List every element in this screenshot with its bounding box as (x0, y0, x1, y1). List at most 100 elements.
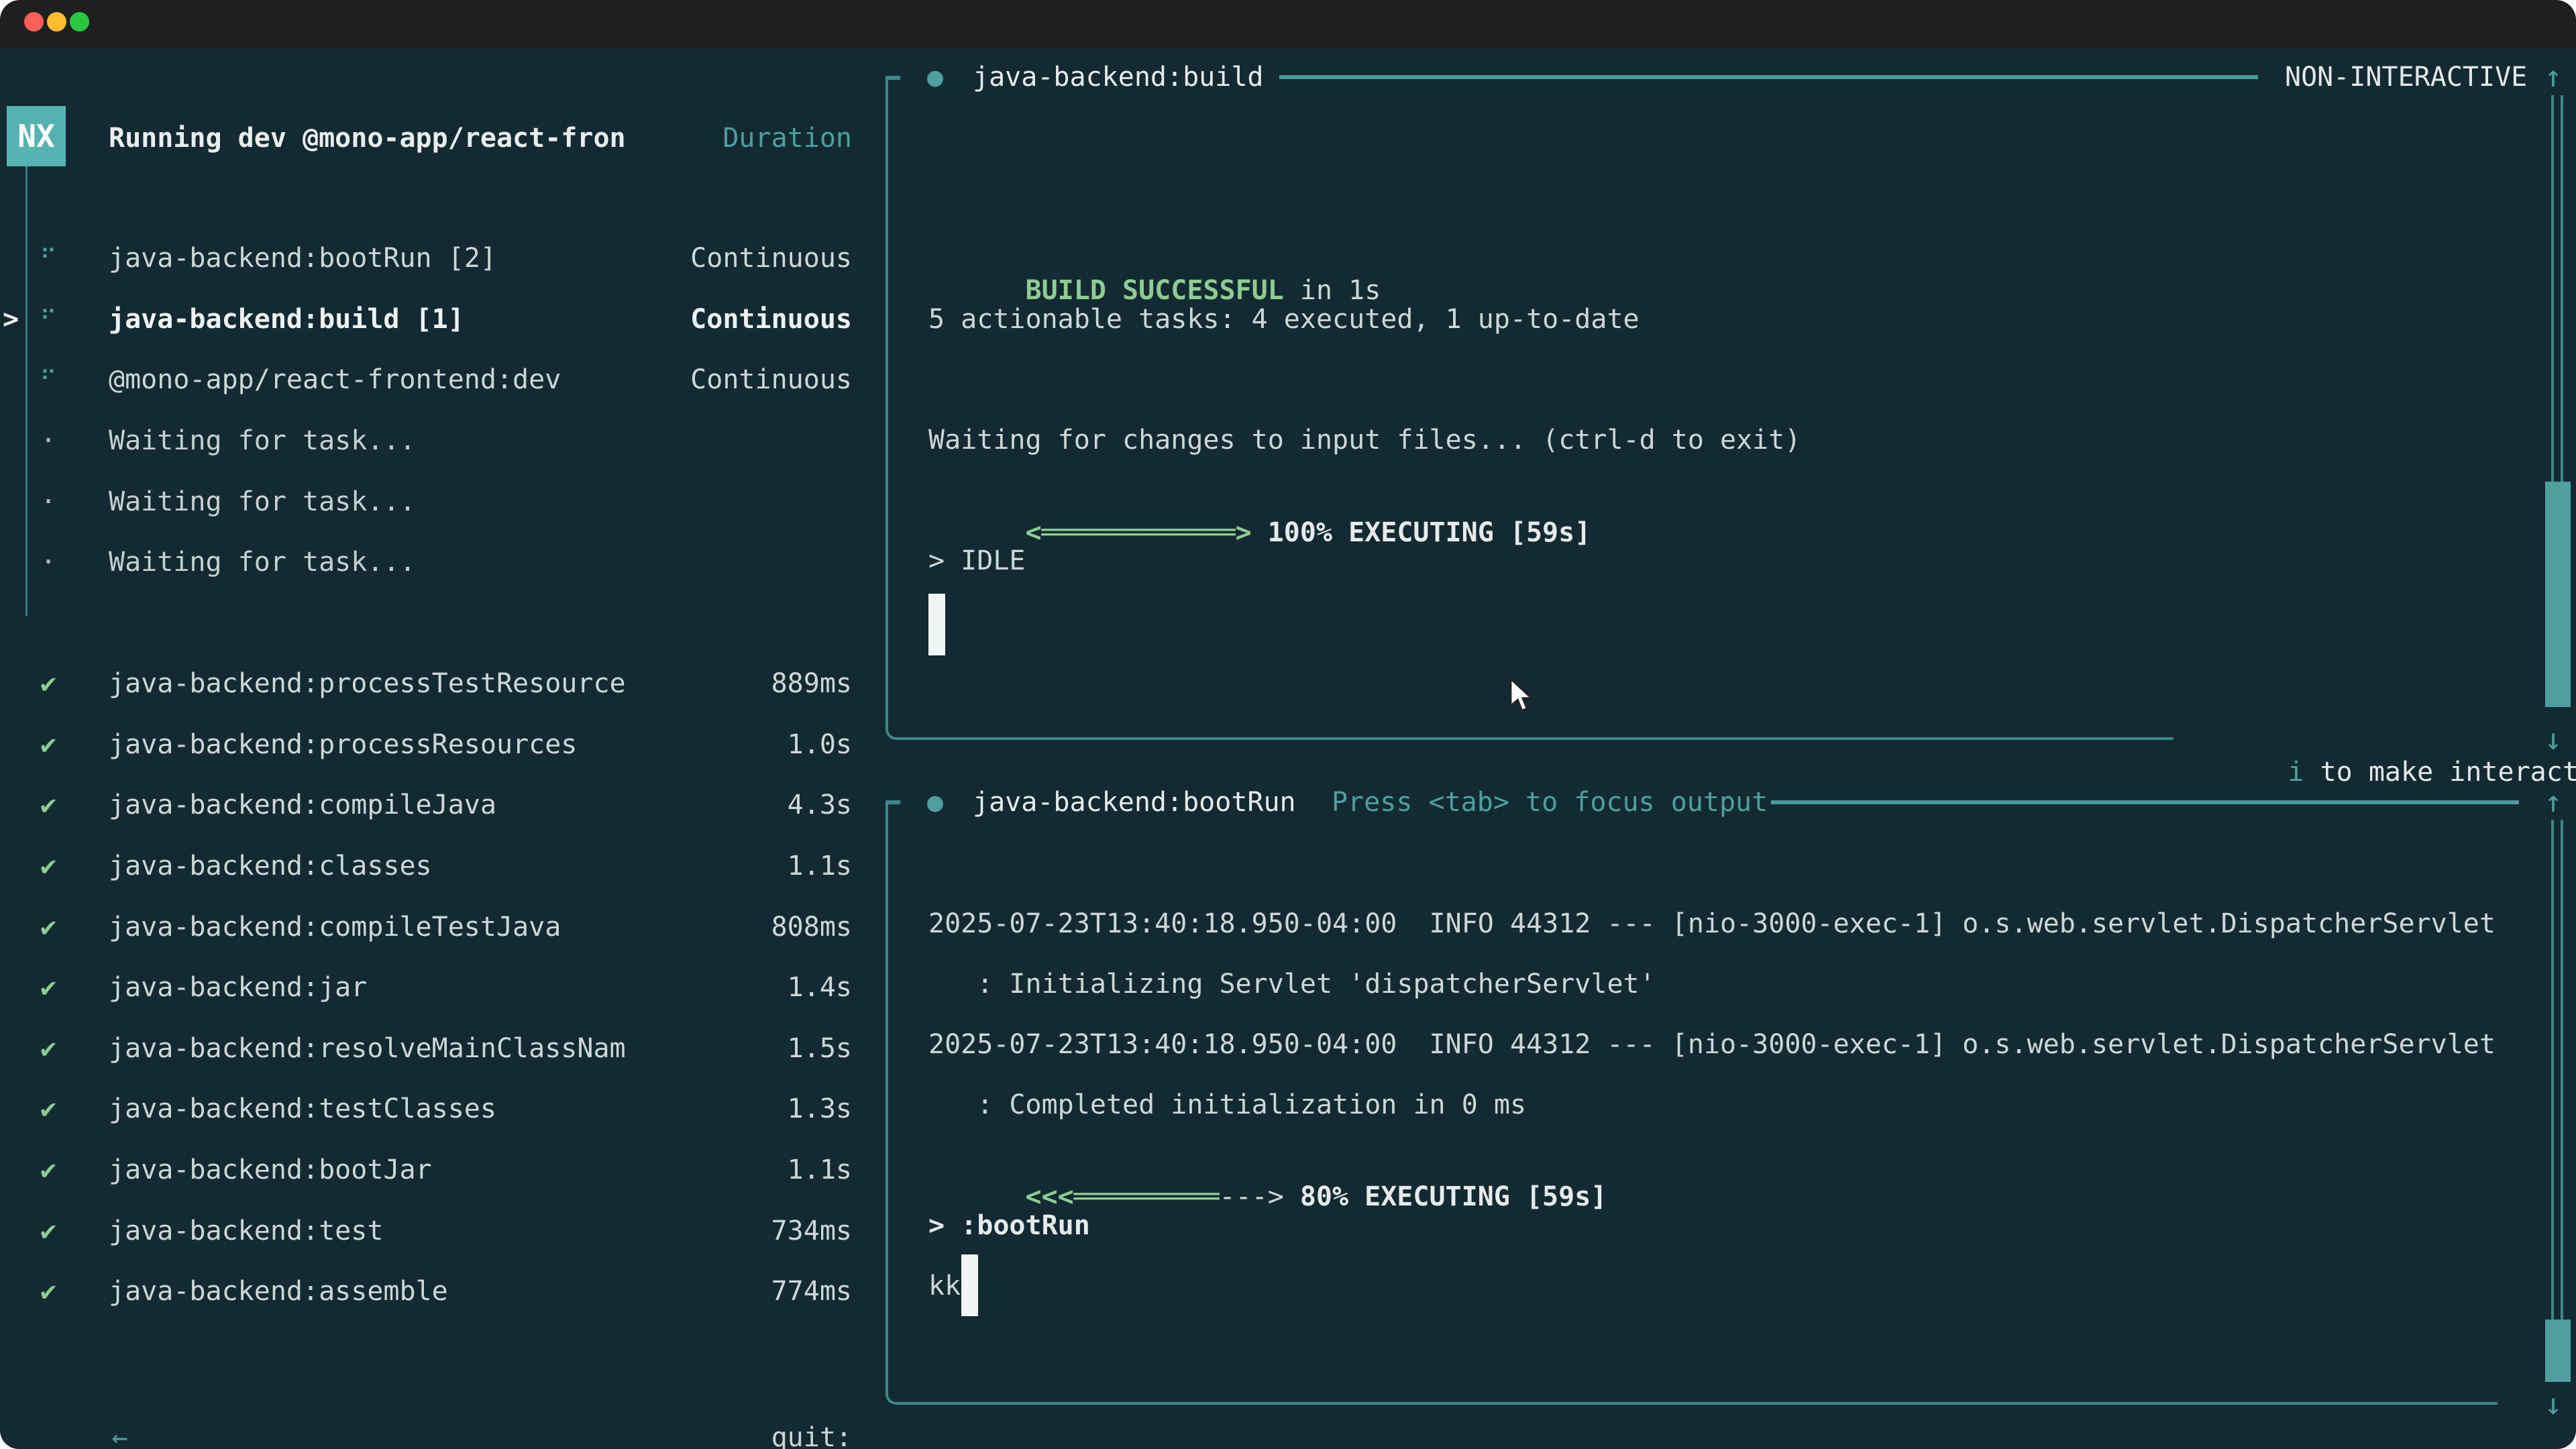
task-duration: 1.3s (788, 1093, 852, 1125)
task-status-icon: ⠋ (31, 242, 66, 274)
task-name: java-backend:bootJar (109, 1154, 432, 1186)
task-row[interactable]: ⠋ java-backend:bootRun [2] Continuous (0, 228, 872, 289)
gradle-progress-line: <════════════>100% EXECUTING [59s] (928, 484, 1591, 581)
noninteractive-badge: NON-INTERACTIVE (2285, 61, 2527, 93)
scroll-up-icon[interactable]: ↑ (2533, 786, 2573, 818)
quit-label: quit: (771, 1422, 852, 1449)
task-row[interactable]: ✔ java-backend:jar 1.4s (0, 957, 872, 1018)
duration-column-header: Duration (0, 122, 852, 154)
task-status-icon: ✔ (31, 789, 66, 821)
task-row[interactable]: ✔ java-backend:compileJava 4.3s (0, 775, 872, 836)
selected-row-arrow-icon: > (3, 303, 25, 335)
task-name: Waiting for task... (109, 425, 416, 457)
waiting-line: Waiting for changes to input files... (c… (928, 424, 1801, 456)
idle-line: > IDLE (928, 545, 1026, 577)
task-name: java-backend:classes (109, 850, 432, 882)
pane-bullet-icon: ● (927, 786, 943, 818)
tasks-summary-line: 5 actionable tasks: 4 executed, 1 up-to-… (928, 303, 1640, 335)
task-row[interactable]: ✔ java-backend:test 734ms (0, 1200, 872, 1261)
task-row[interactable]: · Waiting for task... (0, 411, 872, 472)
task-name: java-backend:jar (109, 971, 367, 1004)
task-name: Waiting for task... (109, 546, 416, 578)
maximize-button[interactable] (70, 12, 89, 32)
task-status-icon: ✔ (31, 1215, 66, 1247)
pane-border-stub (885, 76, 900, 80)
task-name: java-backend:resolveMainClassNam (109, 1032, 626, 1065)
prompt-line: > :bootRun (928, 1210, 1090, 1242)
task-duration: 734ms (771, 1215, 852, 1247)
task-status-icon: ✔ (31, 911, 66, 943)
task-duration: 1.0s (788, 729, 852, 761)
pane-bullet-icon: ● (927, 61, 943, 93)
terminal-cursor (928, 594, 945, 655)
task-status-icon: ⠋ (31, 364, 66, 396)
completed-task-list: ✔ java-backend:processTestResource 889ms… (0, 653, 872, 1322)
progress-bar-done: <<<═════════ (1026, 1181, 1220, 1212)
build-output-pane[interactable] (885, 77, 2174, 740)
task-status-icon: ✔ (31, 1032, 66, 1065)
task-row[interactable]: ✔ java-backend:processResources 1.0s (0, 714, 872, 775)
scroll-down-icon[interactable]: ↓ (2533, 1389, 2573, 1421)
task-duration: 889ms (771, 667, 852, 700)
task-row[interactable]: · Waiting for task... (0, 471, 872, 532)
task-status-icon: ✔ (31, 850, 66, 882)
terminal-window: NX Running dev @mono-app/react-fron Dura… (0, 0, 2576, 1449)
typed-input[interactable]: kk (928, 1270, 961, 1302)
pane-border-stub (885, 800, 900, 804)
bottom-scrollbar-thumb[interactable] (2545, 1320, 2571, 1382)
interactive-hint-text: to make interactive (2320, 757, 2576, 788)
task-duration: Continuous (690, 303, 852, 335)
task-duration: 808ms (771, 911, 852, 943)
task-row[interactable]: ⠋ @mono-app/react-frontend:dev Continuou… (0, 350, 872, 411)
close-button[interactable] (24, 12, 44, 32)
task-name: java-backend:compileTestJava (109, 911, 561, 943)
task-status-icon: ✔ (31, 1154, 66, 1186)
top-pane-header-rule (1279, 75, 2258, 79)
task-name: java-backend:bootRun [2] (109, 242, 496, 274)
task-row[interactable]: ✔ java-backend:compileTestJava 808ms (0, 896, 872, 957)
task-duration: 1.4s (788, 971, 852, 1004)
task-duration: 1.1s (788, 850, 852, 882)
bottom-pane-header-rule (1771, 800, 2519, 804)
build-time-text: in 1s (1284, 275, 1381, 306)
mouse-pointer-icon (1509, 678, 1538, 722)
task-row[interactable]: · Waiting for task... (0, 532, 872, 593)
terminal-cursor (961, 1254, 978, 1316)
task-status-icon: ✔ (31, 667, 66, 700)
task-row[interactable]: ✔ java-backend:testClasses 1.3s (0, 1079, 872, 1140)
top-scrollbar-track[interactable] (2551, 95, 2563, 482)
task-name: java-backend:processTestResource (109, 667, 626, 700)
build-successful-text: BUILD SUCCESSFUL (1026, 275, 1284, 306)
log-line: : Completed initialization in 0 ms (928, 1089, 1526, 1121)
task-duration: 4.3s (788, 789, 852, 821)
scroll-down-icon[interactable]: ↓ (2533, 724, 2573, 756)
progress-bar-rest: ---> (1219, 1181, 1283, 1212)
scroll-up-icon[interactable]: ↑ (2533, 61, 2573, 93)
task-name: @mono-app/react-frontend:dev (109, 364, 561, 396)
task-status-icon: ✔ (31, 1275, 66, 1307)
task-name: java-backend:build [1] (109, 303, 464, 335)
task-row[interactable]: ✔ java-backend:classes 1.1s (0, 836, 872, 897)
task-status-icon: · (31, 546, 66, 578)
top-scrollbar-thumb[interactable] (2545, 482, 2571, 707)
log-line: 2025-07-23T13:40:18.950-04:00 INFO 44312… (928, 908, 2496, 940)
titlebar (0, 0, 2576, 48)
task-row[interactable]: ✔ java-backend:assemble 774ms (0, 1261, 872, 1322)
task-row[interactable]: ✔ java-backend:resolveMainClassNam 1.5s (0, 1018, 872, 1079)
task-name: java-backend:test (109, 1215, 383, 1247)
task-row[interactable]: ✔ java-backend:processTestResource 889ms (0, 653, 872, 714)
task-name: java-backend:assemble (109, 1275, 448, 1307)
interactive-hint-key: i (2288, 757, 2304, 788)
bottom-scrollbar-track[interactable] (2551, 820, 2563, 1320)
top-pane-title: java-backend:build (973, 61, 1263, 93)
keyboard-hints: quit: q help: ? (0, 1389, 852, 1449)
task-status-icon: ✔ (31, 1093, 66, 1125)
task-status-icon: · (31, 486, 66, 518)
progress-label: 100% EXECUTING [59s] (1268, 517, 1591, 548)
task-status-icon: · (31, 425, 66, 457)
task-row[interactable]: > ⠋ java-backend:build [1] Continuous (0, 289, 872, 350)
log-line: : Initializing Servlet 'dispatcherServle… (928, 968, 1656, 1000)
minimize-button[interactable] (47, 12, 66, 32)
running-task-list: ⠋ java-backend:bootRun [2] Continuous > … (0, 228, 872, 593)
task-row[interactable]: ✔ java-backend:bootJar 1.1s (0, 1140, 872, 1201)
